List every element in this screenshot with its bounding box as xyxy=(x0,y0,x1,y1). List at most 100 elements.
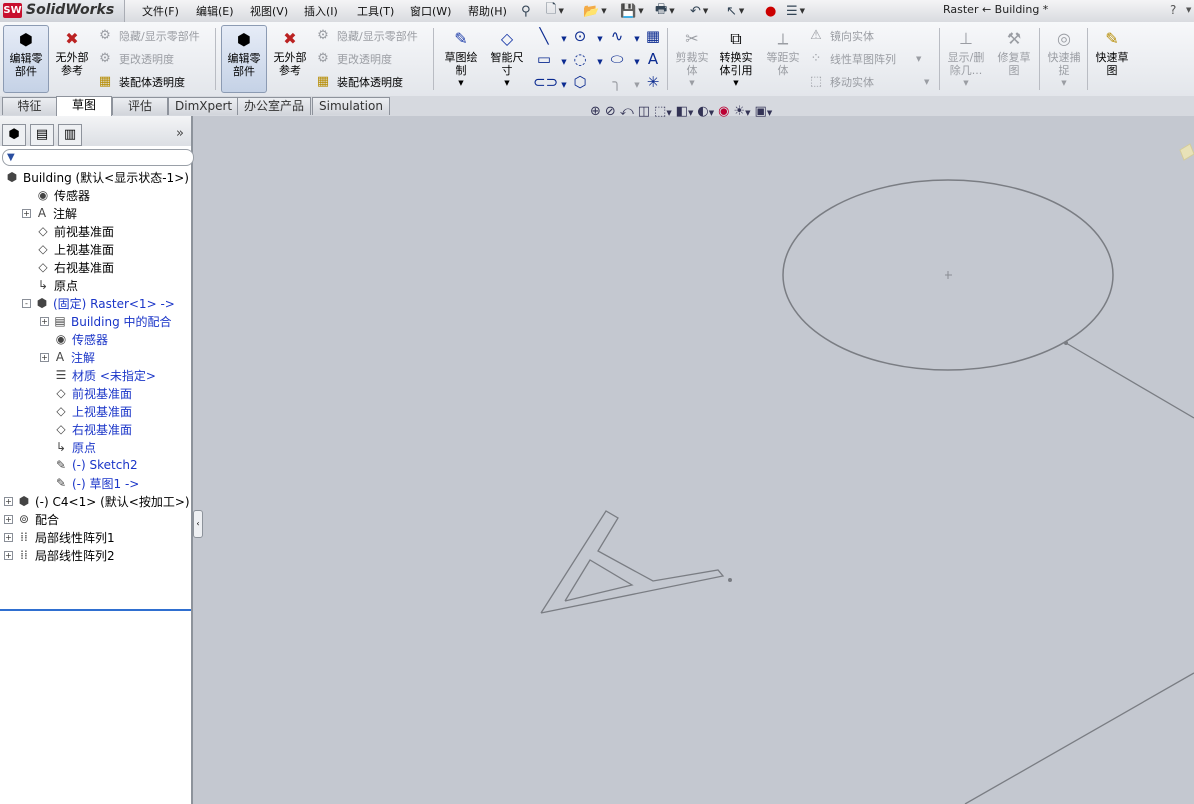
undo-button[interactable]: ↶ ▼ xyxy=(690,2,708,20)
menu-tools[interactable]: 工具(T) xyxy=(357,3,394,19)
tree-node[interactable]: - ⬢ (固定) Raster<1> -> xyxy=(22,294,175,312)
tree-node[interactable]: + ⬢ (-) C4<1> (默认<按加工>) xyxy=(4,492,190,510)
solidworks-logo[interactable]: SW SolidWorks xyxy=(0,0,125,22)
property-manager-tab-icon[interactable]: ▤ xyxy=(30,124,54,146)
expand-icon[interactable]: + xyxy=(40,352,49,362)
sketch-profile-inner[interactable] xyxy=(564,559,634,602)
tree-node[interactable]: ⬢ Building (默认<显示状态-1>) xyxy=(4,168,189,186)
menu-view[interactable]: 视图(V) xyxy=(250,3,288,19)
tree-node[interactable]: ◇ 前视基准面 xyxy=(22,222,114,240)
tree-node[interactable]: ↳ 原点 xyxy=(22,276,78,294)
line-tool-icon[interactable]: ╲ xyxy=(533,26,555,46)
display-delete-relations-button[interactable]: ⊥ 显示/删 除几... ▼ xyxy=(944,25,988,91)
offset-entities-button[interactable]: ⟂ 等距实 体 xyxy=(761,25,805,91)
move-dropdown-icon[interactable]: ▼ xyxy=(924,78,929,86)
tree-node[interactable]: ☰ 材质 <未指定> xyxy=(40,366,156,384)
hide-show-components-button-2[interactable]: ⚙ 隐藏/显示零部件 xyxy=(315,26,418,46)
grid-tool-icon[interactable]: ▦ xyxy=(642,26,664,46)
expand-panel-icon[interactable]: » xyxy=(176,126,184,141)
tab-simulation[interactable]: Simulation xyxy=(312,97,390,115)
assembly-transparency-button-2[interactable]: ▦ 装配体透明度 xyxy=(315,72,403,92)
expand-icon[interactable]: + xyxy=(22,208,31,218)
smart-dimension-button[interactable]: ◇ 智能尺 寸 ▼ xyxy=(485,25,529,91)
expand-icon[interactable]: + xyxy=(4,532,13,542)
tree-node[interactable]: ◇ 上视基准面 xyxy=(22,240,114,258)
tab-features[interactable]: 特征 xyxy=(2,97,57,115)
tree-node[interactable]: ◉ 传感器 xyxy=(40,330,108,348)
menu-help[interactable]: 帮助(H) xyxy=(468,3,507,19)
tab-dimxpert[interactable]: DimXpert xyxy=(168,97,240,115)
sketch-endpoint[interactable] xyxy=(728,578,732,582)
rectangle-tool-icon[interactable]: ▭ xyxy=(533,49,555,69)
edit-part-button-2[interactable]: ⬢ 编辑零 部件 xyxy=(221,25,267,93)
fillet-tool-icon[interactable]: ╮ xyxy=(606,72,628,92)
menu-window[interactable]: 窗口(W) xyxy=(410,3,451,19)
smart-dimension-dropdown-icon[interactable]: ▼ xyxy=(485,77,529,90)
convert-dropdown-icon[interactable]: ▼ xyxy=(714,77,758,90)
rapid-sketch-button[interactable]: ✎ 快速草 图 xyxy=(1090,25,1134,91)
menu-file[interactable]: 文件(F) xyxy=(142,3,179,19)
tree-node[interactable]: ◇ 右视基准面 xyxy=(40,420,132,438)
assembly-transparency-button[interactable]: ▦ 装配体透明度 xyxy=(97,72,185,92)
tree-node[interactable]: + A 注解 xyxy=(22,204,77,222)
rebuild-traffic-light-icon[interactable]: ● xyxy=(765,2,776,20)
linear-sketch-pattern-button[interactable]: ⁘ 线性草图阵列 ▼ xyxy=(808,49,922,69)
tree-node[interactable]: + A 注解 xyxy=(40,348,95,366)
tree-node[interactable]: + ⁞⁞ 局部线性阵列1 xyxy=(4,528,115,546)
tree-node[interactable]: ↳ 原点 xyxy=(40,438,96,456)
help-dropdown-icon[interactable]: ▼ xyxy=(1186,6,1191,14)
tree-node[interactable]: ◉ 传感器 xyxy=(22,186,90,204)
expand-icon[interactable]: + xyxy=(4,496,13,506)
no-external-references-button-2[interactable]: ✖ 无外部 参考 xyxy=(268,25,312,91)
collapse-icon[interactable]: - xyxy=(22,298,31,308)
tree-node[interactable]: ◇ 上视基准面 xyxy=(40,402,132,420)
feature-manager-tab-icon[interactable]: ⬢ xyxy=(2,124,26,146)
sketch-dropdown-icon[interactable]: ▼ xyxy=(439,77,483,90)
tree-node[interactable]: ◇ 右视基准面 xyxy=(22,258,114,276)
hide-show-components-button[interactable]: ⚙ 隐藏/显示零部件 xyxy=(97,26,200,46)
tree-node[interactable]: + ⁞⁞ 局部线性阵列2 xyxy=(4,546,115,564)
tree-node[interactable]: ✎ (-) Sketch2 xyxy=(40,456,138,474)
polygon-tool-icon[interactable]: ⬡ xyxy=(569,72,591,92)
expand-icon[interactable]: + xyxy=(4,514,13,524)
expand-icon[interactable]: + xyxy=(4,550,13,560)
circle-tool-icon[interactable]: ⊙ xyxy=(569,26,591,46)
sketch-profile-outer[interactable] xyxy=(540,510,725,614)
graphics-area[interactable] xyxy=(193,116,1194,804)
tree-node[interactable]: ◇ 前视基准面 xyxy=(40,384,132,402)
save-button[interactable]: 💾 ▼ xyxy=(620,2,644,20)
relations-dropdown-icon[interactable]: ▼ xyxy=(944,77,988,90)
rollback-bar[interactable] xyxy=(0,609,191,611)
trim-entities-button[interactable]: ✂ 剪裁实 体 ▼ xyxy=(670,25,714,91)
sketch-button[interactable]: ✎ 草图绘 制 ▼ xyxy=(439,25,483,91)
help-button[interactable]: ? xyxy=(1170,3,1176,17)
tab-office-products[interactable]: 办公室产品 xyxy=(237,97,312,115)
pin-icon[interactable]: ⚲ xyxy=(521,2,531,20)
ellipse-tool-icon[interactable]: ⬭ xyxy=(606,49,628,69)
tab-sketch[interactable]: 草图 xyxy=(56,96,112,116)
tree-node[interactable]: ✎ (-) 草图1 -> xyxy=(40,474,139,492)
quick-snaps-button[interactable]: ◎ 快速捕 捉 ▼ xyxy=(1042,25,1086,91)
text-tool-icon[interactable]: A xyxy=(642,49,664,69)
print-button[interactable]: 🖶 ▼ xyxy=(655,2,675,20)
convert-entities-button[interactable]: ⧉ 转换实 体引用 ▼ xyxy=(714,25,758,91)
change-transparency-button-2[interactable]: ⚙ 更改透明度 xyxy=(315,49,392,69)
quick-snaps-dropdown-icon[interactable]: ▼ xyxy=(1042,77,1086,90)
expand-icon[interactable]: + xyxy=(40,316,49,326)
sketch-point[interactable] xyxy=(1064,341,1068,345)
change-transparency-button[interactable]: ⚙ 更改透明度 xyxy=(97,49,174,69)
edit-part-button[interactable]: ⬢ 编辑零 部件 xyxy=(3,25,49,93)
open-button[interactable]: 📂 ▼ xyxy=(583,2,607,20)
spline-tool-icon[interactable]: ∿ xyxy=(606,26,628,46)
linear-pattern-dropdown-icon[interactable]: ▼ xyxy=(916,55,921,63)
tree-node[interactable]: + ⊚ 配合 xyxy=(4,510,59,528)
configuration-manager-tab-icon[interactable]: ▥ xyxy=(58,124,82,146)
options-button[interactable]: ☰ ▼ xyxy=(786,2,805,20)
menu-insert[interactable]: 插入(I) xyxy=(304,3,338,19)
trim-dropdown-icon[interactable]: ▼ xyxy=(670,77,714,90)
repair-sketch-button[interactable]: ⚒ 修复草 图 xyxy=(992,25,1036,91)
select-button[interactable]: ↖ ▼ xyxy=(726,2,744,20)
tree-node[interactable]: + ▤ Building 中的配合 xyxy=(40,312,172,330)
sketch-line-right[interactable] xyxy=(1065,342,1194,419)
mirror-entities-button[interactable]: ⚠ 镜向实体 xyxy=(808,26,874,46)
